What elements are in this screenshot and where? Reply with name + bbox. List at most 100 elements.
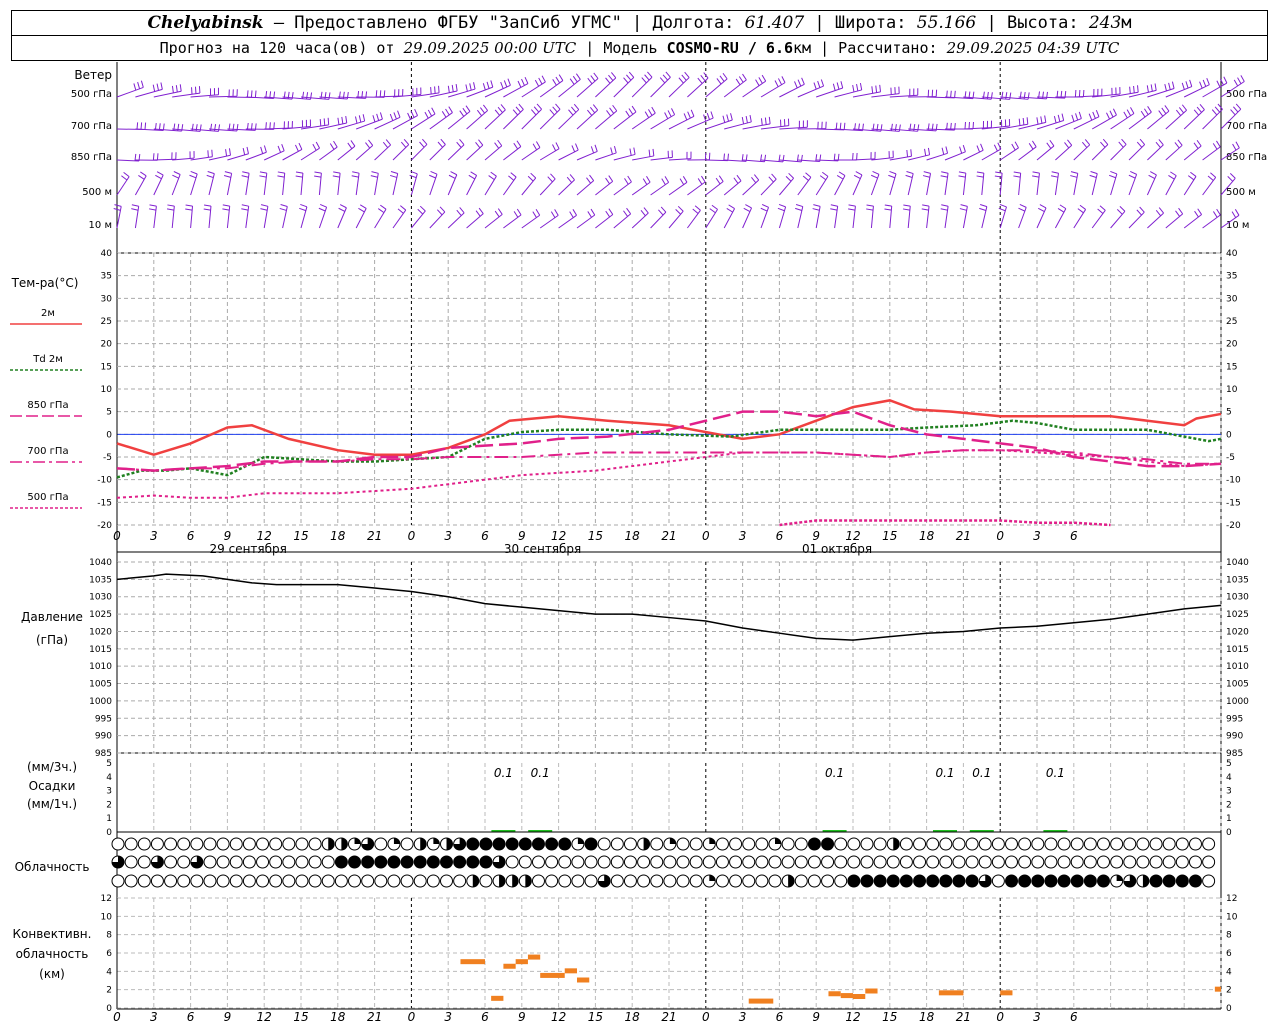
wind-barb-feather	[843, 122, 846, 130]
wind-barb-feather	[478, 139, 484, 146]
cloud-circle	[623, 874, 637, 888]
wind-barb-feather	[1044, 115, 1047, 123]
wind-barb	[595, 77, 617, 98]
wind-barb	[1183, 214, 1202, 229]
wind-barb-feather	[1202, 79, 1207, 87]
wind-barb-feather	[697, 178, 703, 185]
wind-barb-feather	[121, 175, 128, 181]
wind-barb-feather	[710, 111, 714, 119]
wind-barb-feather	[450, 171, 458, 176]
wind-barb-feather	[962, 144, 966, 152]
wind-barb-feather	[479, 107, 486, 114]
bottom-time-tick: 15	[293, 1010, 308, 1024]
wind-barb	[558, 214, 577, 229]
time-tick-label: 3	[1033, 529, 1041, 543]
wind-barb	[595, 214, 614, 229]
wind-barb	[797, 176, 812, 196]
wind-barb-feather	[1230, 109, 1236, 116]
wind-barb-feather	[781, 76, 786, 83]
wind-barb-feather	[1067, 139, 1073, 146]
wind-barb-feather	[222, 208, 230, 211]
wind-barb-feather	[572, 75, 578, 83]
cloud-circle	[650, 874, 664, 888]
cloud-circle	[926, 874, 940, 888]
pressure-tick-left: 1025	[89, 610, 112, 620]
wind-barb-feather	[643, 207, 649, 214]
wind-barb-feather	[728, 204, 735, 210]
wind-barb-feather	[1059, 204, 1067, 210]
precip-value-label: 0.1	[972, 766, 991, 780]
wind-barb-feather	[993, 144, 998, 152]
wind-barb-feather	[626, 207, 632, 215]
wind-barb	[631, 212, 649, 229]
wind-barb	[1183, 145, 1202, 161]
cloud-circle	[1188, 874, 1202, 888]
temp-tick-left: -10	[97, 476, 112, 486]
wind-barb-feather	[848, 204, 856, 207]
wind-barb-feather	[913, 123, 916, 132]
wind-barb-feather	[782, 154, 785, 162]
time-tick-label: 9	[812, 529, 820, 543]
cloud-circle	[1149, 855, 1163, 869]
wind-barb-feather	[593, 72, 599, 79]
precip-tick-right: 2	[1226, 800, 1232, 810]
cloud-circle	[177, 837, 191, 851]
wind-barb-feather	[241, 175, 249, 178]
wind-barb	[576, 78, 599, 98]
wind-barb	[484, 213, 503, 229]
pressure-tick-left: 1000	[89, 697, 112, 707]
wind-barb-feather	[1053, 115, 1057, 124]
wind-barb-feather	[642, 178, 648, 185]
wind-barb	[521, 177, 537, 196]
cloud-circle	[308, 837, 322, 851]
wind-barb-feather	[832, 83, 836, 91]
wind-barb-feather	[1227, 176, 1234, 182]
wind-barb	[1202, 146, 1221, 161]
wind-barb-feather	[516, 208, 522, 216]
wind-barb	[484, 175, 497, 196]
wind-barb	[503, 109, 524, 130]
pressure-tick-right: 990	[1226, 732, 1243, 742]
wind-barb-feather	[1161, 107, 1167, 114]
wind-barb-feather	[532, 143, 538, 151]
precip-value-label: 0.1	[1046, 766, 1065, 780]
precip-tick-right: 1	[1226, 814, 1232, 824]
pressure-tick-right: 1000	[1226, 697, 1249, 707]
temp-tick-right: 10	[1226, 385, 1238, 395]
wind-barb-feather	[447, 85, 450, 93]
wind-barb	[981, 148, 1002, 161]
wind-barb-feather	[994, 175, 1002, 178]
temp-legend-label: 850 гПа	[27, 400, 68, 411]
wind-barb-feather	[478, 207, 484, 214]
wind-barb-feather	[1095, 110, 1100, 117]
cloud-circle	[650, 855, 664, 869]
wind-barb-feather	[572, 209, 577, 216]
wind-barb	[521, 108, 542, 130]
wind-barb-feather	[764, 117, 767, 125]
wind-barb	[668, 181, 688, 196]
wind-barb-feather	[761, 74, 767, 82]
cloud-title: Облачность	[15, 860, 90, 874]
wind-barb-feather	[760, 207, 768, 212]
wind-barb-feather	[631, 105, 637, 113]
cloud-circle	[1083, 837, 1097, 851]
wind-barb-feather	[1071, 114, 1075, 122]
cloud-circle	[821, 855, 835, 869]
wind-barb	[1055, 144, 1073, 161]
cloud-circle	[334, 874, 348, 888]
wind-barb-feather	[508, 175, 515, 181]
wind-barb-feather	[260, 208, 268, 211]
cloud-circle	[742, 855, 756, 869]
wind-barb-feather	[534, 79, 540, 87]
wind-barb-feather	[241, 204, 249, 207]
temp-legend-label: 700 гПа	[27, 446, 68, 457]
wind-barb-feather	[736, 174, 742, 182]
cloud-circle	[505, 855, 519, 869]
pressure-tick-right: 1015	[1226, 645, 1249, 655]
wind-barb-feather	[1075, 113, 1079, 121]
wind-barb	[411, 144, 428, 161]
time-tick-label: 6	[1070, 529, 1078, 543]
wind-barb	[632, 155, 654, 161]
wind-barb	[576, 150, 598, 161]
wind-barb	[503, 146, 522, 161]
